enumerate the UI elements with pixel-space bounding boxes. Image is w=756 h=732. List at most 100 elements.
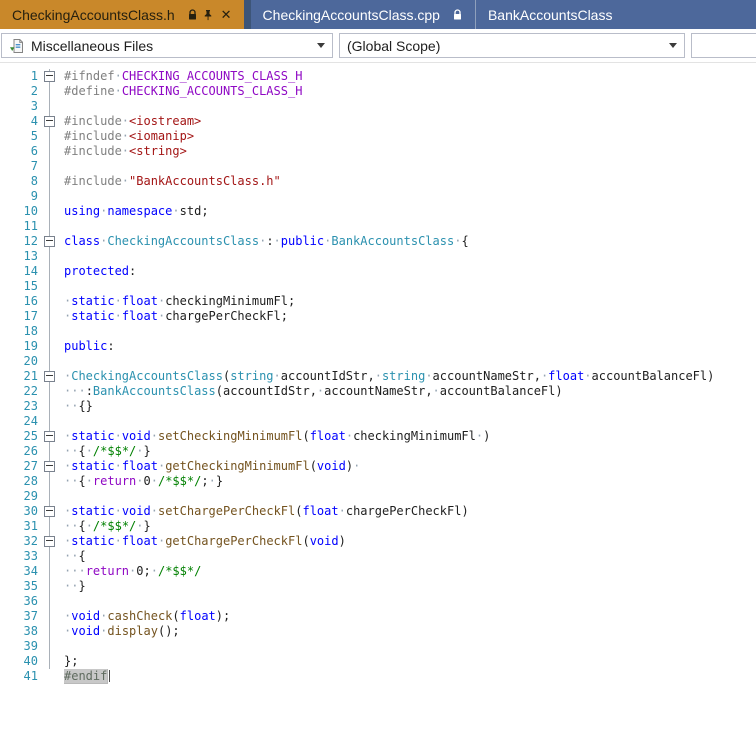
code-text[interactable]: using·namespace·std;: [64, 204, 756, 219]
code-line: 40};: [0, 654, 756, 669]
pin-icon[interactable]: [202, 9, 214, 21]
code-line: 10 using·namespace·std;: [0, 204, 756, 219]
tab-checkingaccountsclass-h[interactable]: CheckingAccountsClass.h ✕: [0, 0, 244, 29]
tab-checkingaccountsclass-cpp[interactable]: CheckingAccountsClass.cpp: [250, 0, 475, 29]
outline-guide-line: [49, 444, 50, 459]
line-number: 2: [30, 84, 38, 98]
line-number: 31: [23, 519, 38, 533]
code-text[interactable]: ·CheckingAccountsClass(string·accountIdS…: [64, 369, 756, 384]
navigation-bar: Miscellaneous Files (Global Scope): [0, 29, 756, 63]
code-text[interactable]: ···:BankAccountsClass(accountIdStr,·acco…: [64, 384, 756, 399]
code-text[interactable]: public:: [64, 339, 756, 354]
outline-guide-line: [49, 354, 50, 369]
code-text[interactable]: ·static·float·checkingMinimumFl;: [64, 294, 756, 309]
code-text[interactable]: ··{}: [64, 399, 756, 414]
code-text[interactable]: [64, 189, 756, 204]
code-line: 28 ··{·return·0·/*$$*/;·}: [0, 474, 756, 489]
line-number: 7: [30, 159, 38, 173]
close-icon[interactable]: ✕: [221, 8, 232, 21]
collapse-toggle-icon[interactable]: [44, 116, 55, 127]
code-text[interactable]: #include·<iomanip>: [64, 129, 756, 144]
outlining-margin: [38, 264, 64, 279]
collapse-toggle-icon[interactable]: [44, 461, 55, 472]
collapse-toggle-icon[interactable]: [44, 236, 55, 247]
code-text[interactable]: protected:: [64, 264, 756, 279]
scope-dropdown[interactable]: (Global Scope): [339, 33, 685, 58]
code-line: 41 #endif: [0, 669, 756, 684]
code-text[interactable]: ··{·/*$$*/·}: [64, 519, 756, 534]
code-text[interactable]: [64, 354, 756, 369]
code-text[interactable]: [64, 489, 756, 504]
code-text[interactable]: [64, 249, 756, 264]
collapse-toggle-icon[interactable]: [44, 431, 55, 442]
code-text[interactable]: #define·CHECKING_ACCOUNTS_CLASS_H: [64, 84, 756, 99]
code-line: 7: [0, 159, 756, 174]
code-area[interactable]: 1 #ifndef·CHECKING_ACCOUNTS_CLASS_H 2 #defi…: [0, 63, 756, 684]
code-text[interactable]: ··{·return·0·/*$$*/;·}: [64, 474, 756, 489]
outline-guide-line: [49, 624, 50, 639]
code-text[interactable]: [64, 279, 756, 294]
line-number: 1: [30, 69, 38, 83]
outlining-margin: [38, 624, 64, 639]
outline-guide-line: [49, 564, 50, 579]
collapse-toggle-icon[interactable]: [44, 71, 55, 82]
code-text[interactable]: ·static·void·setChargePerCheckFl(float·c…: [64, 504, 756, 519]
line-number: 18: [23, 324, 38, 338]
code-line: 25 ·static·void·setCheckingMinimumFl(floa…: [0, 429, 756, 444]
outline-guide-line: [49, 84, 50, 99]
code-text[interactable]: };: [64, 654, 756, 669]
code-text[interactable]: ·void·display();: [64, 624, 756, 639]
tab-bar: CheckingAccountsClass.h ✕ CheckingAccoun…: [0, 0, 756, 29]
line-number: 17: [23, 309, 38, 323]
outlining-margin: [38, 654, 64, 669]
code-line: 38 ·void·display();: [0, 624, 756, 639]
tab-bankaccountsclass-h[interactable]: BankAccountsClass: [474, 0, 756, 29]
code-text[interactable]: ·static·float·chargePerCheckFl;: [64, 309, 756, 324]
outline-guide-line: [49, 609, 50, 624]
code-text[interactable]: [64, 414, 756, 429]
collapse-toggle-icon[interactable]: [44, 371, 55, 382]
collapse-toggle-icon[interactable]: [44, 536, 55, 547]
code-line: 15: [0, 279, 756, 294]
code-text[interactable]: ·static·float·getChargePerCheckFl(void): [64, 534, 756, 549]
code-text[interactable]: [64, 594, 756, 609]
code-text[interactable]: ·void·cashCheck(float);: [64, 609, 756, 624]
code-text[interactable]: [64, 219, 756, 234]
outlining-margin: [38, 639, 64, 654]
code-text[interactable]: class·CheckingAccountsClass·:·public·Ban…: [64, 234, 756, 249]
tab-label: CheckingAccountsClass.h: [12, 6, 175, 23]
line-number: 11: [23, 219, 38, 233]
code-text[interactable]: #include·<iostream>: [64, 114, 756, 129]
code-text[interactable]: [64, 159, 756, 174]
code-text[interactable]: ··{·/*$$*/·}: [64, 444, 756, 459]
code-text[interactable]: ·static·void·setCheckingMinimumFl(float·…: [64, 429, 756, 444]
code-text[interactable]: #include·"BankAccountsClass.h": [64, 174, 756, 189]
code-text[interactable]: [64, 324, 756, 339]
code-line: 2 #define·CHECKING_ACCOUNTS_CLASS_H: [0, 84, 756, 99]
line-number: 35: [23, 579, 38, 593]
outlining-margin: [38, 144, 64, 159]
outlining-margin: [38, 669, 64, 684]
outline-guide-line: [49, 399, 50, 414]
member-dropdown[interactable]: [691, 33, 756, 58]
code-text[interactable]: #include·<string>: [64, 144, 756, 159]
code-text[interactable]: [64, 99, 756, 114]
outlining-margin: [38, 459, 64, 474]
outlining-margin: [38, 234, 64, 249]
code-line: 4 #include·<iostream>: [0, 114, 756, 129]
outline-guide-line: [49, 204, 50, 219]
line-number: 6: [30, 144, 38, 158]
code-text[interactable]: ··}: [64, 579, 756, 594]
code-text[interactable]: [64, 639, 756, 654]
chevron-down-icon: [317, 43, 325, 48]
code-text[interactable]: ·static·float·getCheckingMinimumFl(void)…: [64, 459, 756, 474]
code-line: 36: [0, 594, 756, 609]
collapse-toggle-icon[interactable]: [44, 506, 55, 517]
lock-icon: [452, 8, 463, 21]
code-text[interactable]: #ifndef·CHECKING_ACCOUNTS_CLASS_H: [64, 69, 756, 84]
code-text[interactable]: ···return·0;·/*$$*/: [64, 564, 756, 579]
code-text[interactable]: #endif: [64, 669, 756, 684]
code-text[interactable]: ··{: [64, 549, 756, 564]
project-dropdown[interactable]: Miscellaneous Files: [1, 33, 333, 58]
line-number: 20: [23, 354, 38, 368]
